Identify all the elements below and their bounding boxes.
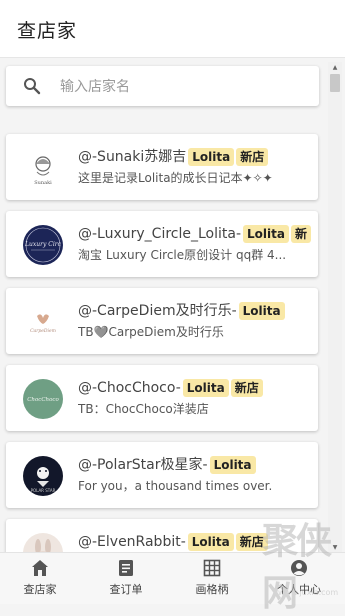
shop-name: @-ElvenRabbit-	[78, 534, 186, 550]
shop-desc: For you，a thousand times over.	[78, 479, 273, 493]
polarstar-logo: POLAR STAR	[23, 456, 63, 496]
nav-item-shops[interactable]: 查店家	[5, 559, 75, 603]
nav-item-pattern[interactable]: 画格柄	[177, 559, 247, 603]
order-icon	[119, 560, 133, 576]
svg-text:POLAR STAR: POLAR STAR	[31, 488, 56, 493]
shop-card[interactable]: ChocChoco @-ChocChoco- Lolita 新店 TB：ChocCh…	[6, 365, 318, 431]
scroll-up-arrow-icon[interactable]: ▲	[328, 62, 342, 72]
shop-title: @-PolarStar极星家- Lolita	[78, 455, 318, 475]
shop-name: @-ChocChoco-	[78, 380, 181, 396]
shop-title: @-ChocChoco- Lolita 新店	[78, 378, 318, 398]
shop-card[interactable]: POLAR STAR @-PolarStar极星家- Lolita For you…	[6, 442, 318, 508]
shop-desc: TB🩶CarpeDiem及时行乐	[78, 325, 224, 339]
nav-label: 画格柄	[195, 583, 229, 596]
shop-name: @-PolarStar极星家-	[78, 457, 208, 473]
sunaki-logo: Sunaki	[23, 148, 63, 188]
home-icon	[32, 560, 48, 576]
scrollbar[interactable]: ▲ ▼	[328, 62, 342, 552]
shop-desc: TB：ChocChoco洋装店	[78, 402, 209, 416]
badge-lolita: Lolita	[188, 148, 235, 166]
badge-new: 新店	[236, 148, 269, 166]
scrollbar-thumb[interactable]	[330, 74, 340, 92]
shop-title: @-CarpeDiem及时行乐- Lolita	[78, 301, 318, 321]
app-header: 查店家	[0, 0, 345, 58]
grid-icon	[203, 559, 221, 577]
badge-lolita: Lolita	[182, 379, 229, 397]
shop-card[interactable]: Sunaki @-Sunaki苏娜吉 Lolita 新店 这里是记录Lolita的成…	[6, 134, 318, 200]
shop-card[interactable]: CarpeDiem @-CarpeDiem及时行乐- Lolita TB🩶Carp…	[6, 288, 318, 354]
badge-lolita: Lolita	[187, 533, 234, 551]
shop-desc: 淘宝 Luxury Circle原创设计 qq群 4...	[78, 248, 287, 262]
elvenrabbit-logo	[23, 533, 63, 552]
nav-item-orders[interactable]: 查订单	[91, 559, 161, 603]
shop-list[interactable]: Sunaki @-Sunaki苏娜吉 Lolita 新店 这里是记录Lolita的成…	[0, 58, 345, 552]
shop-name: @-CarpeDiem及时行乐-	[78, 303, 237, 319]
nav-label: 查店家	[23, 583, 57, 596]
chocchoco-logo: ChocChoco	[23, 379, 63, 419]
page-title: 查店家	[17, 20, 78, 42]
badge-new: 新	[290, 225, 311, 243]
nav-label: 查订单	[109, 583, 143, 596]
watermark: 聚侠网 www.juxia.com	[240, 512, 345, 614]
badge-lolita: Lolita	[238, 302, 285, 320]
shop-name: @-Luxury_Circle_Lolita-	[78, 226, 242, 242]
watermark-text: 聚侠网	[262, 520, 332, 614]
svg-text:Sunaki: Sunaki	[34, 180, 52, 186]
luxury-circle-logo: Luxury Circ	[23, 225, 63, 265]
badge-new: 新店	[230, 379, 263, 397]
badge-lolita: Lolita	[243, 225, 289, 243]
carpediem-logo: CarpeDiem	[23, 302, 63, 342]
shop-title: @-Sunaki苏娜吉 Lolita 新店	[78, 147, 318, 167]
badge-lolita: Lolita	[209, 456, 256, 474]
shop-title: @-Luxury_Circle_Lolita- Lolita 新	[78, 224, 318, 244]
shop-desc: 这里是记录Lolita的成长日记本✦✧✦	[78, 171, 273, 185]
shop-name: @-Sunaki苏娜吉	[78, 149, 187, 165]
svg-text:CarpeDiem: CarpeDiem	[30, 328, 56, 334]
shop-card[interactable]: Luxury Circ @-Luxury_Circle_Lolita- Lolit…	[6, 211, 318, 277]
svg-text:ChocChoco: ChocChoco	[27, 397, 59, 403]
watermark-url: www.juxia.com	[278, 588, 339, 597]
svg-text:Luxury Circ: Luxury Circ	[24, 241, 62, 248]
